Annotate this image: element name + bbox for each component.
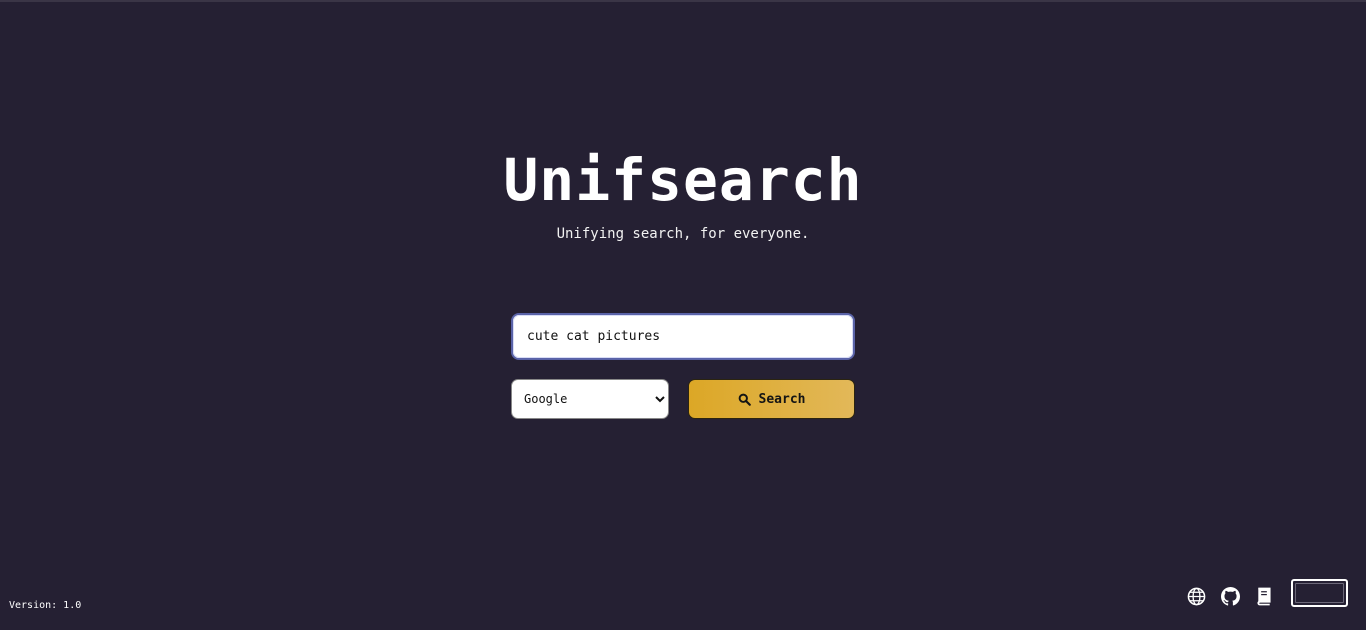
version-info: Version: 1.0 (9, 600, 81, 611)
tagline: Unifying search, for everyone. (556, 226, 810, 242)
hero: Unifsearch Unifying search, for everyone… (0, 140, 1366, 242)
footer-links (1186, 586, 1274, 606)
version-label: Version: (9, 600, 58, 611)
search-button-label: Search (758, 391, 806, 407)
github-icon[interactable] (1220, 586, 1240, 606)
window-top-border (0, 0, 1366, 2)
search-button[interactable]: Search (688, 379, 855, 419)
page-title: Unifsearch (503, 146, 863, 214)
magnifier-icon (738, 393, 751, 406)
version-value: 1.0 (63, 600, 82, 611)
globe-icon[interactable] (1186, 586, 1206, 606)
book-icon[interactable] (1254, 586, 1274, 606)
search-engine-select[interactable]: Google (511, 379, 669, 419)
theme-toggle-button[interactable] (1291, 579, 1348, 607)
search-input[interactable] (511, 313, 855, 360)
